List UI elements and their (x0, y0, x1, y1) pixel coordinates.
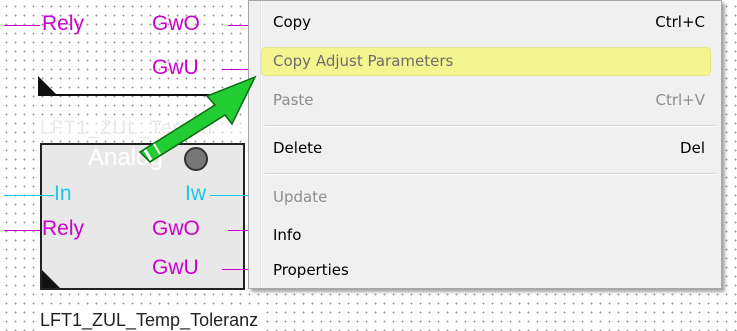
green-arrow-icon (138, 75, 257, 163)
